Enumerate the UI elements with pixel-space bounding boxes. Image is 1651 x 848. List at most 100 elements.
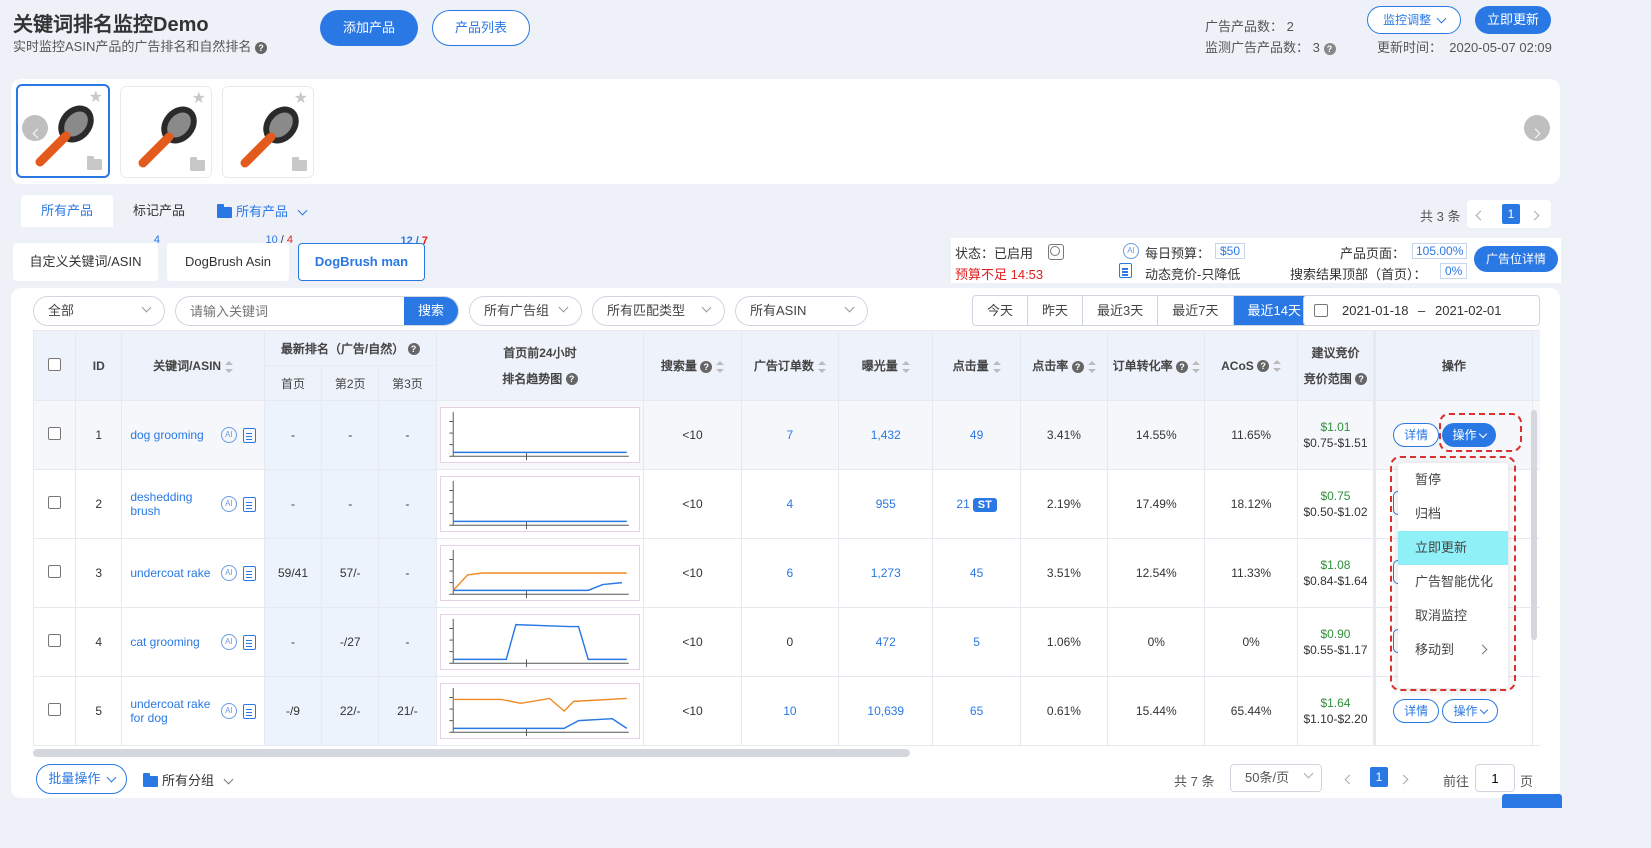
- ad-orders[interactable]: 10: [740, 676, 840, 746]
- ai-icon[interactable]: AI: [220, 634, 237, 650]
- keyword-link[interactable]: deshedding brush: [130, 490, 221, 518]
- vertical-scrollbar[interactable]: [1531, 410, 1537, 640]
- sort-icon[interactable]: [1087, 360, 1096, 373]
- col-search-volume[interactable]: 搜索量 ?: [643, 330, 742, 401]
- daily-budget-value[interactable]: $50: [1215, 243, 1246, 259]
- star-icon[interactable]: ★: [89, 87, 103, 107]
- carousel-prev-icon[interactable]: [22, 115, 48, 141]
- rank-trend-chart[interactable]: [439, 476, 640, 532]
- ai-icon[interactable]: AI: [220, 703, 237, 719]
- sort-icon[interactable]: [225, 360, 234, 373]
- tab-dogbrush-asin[interactable]: DogBrush Asin 10 / 4: [167, 234, 293, 281]
- folder-icon[interactable]: [87, 156, 102, 170]
- page-number[interactable]: 1: [1502, 204, 1520, 224]
- help-icon[interactable]: ?: [1175, 360, 1188, 373]
- keyword-link[interactable]: undercoat rake for dog: [130, 697, 221, 725]
- tab-custom-keywords[interactable]: 自定义关键词/ASIN 4: [13, 234, 160, 281]
- help-icon[interactable]: ?: [1323, 42, 1336, 55]
- date-to[interactable]: 2021-02-01: [1435, 296, 1502, 325]
- folder-filter-dropdown[interactable]: 所有产品: [217, 201, 308, 220]
- row-checkbox[interactable]: [48, 634, 62, 647]
- batch-operation-button[interactable]: 批量操作: [36, 764, 127, 794]
- document-icon[interactable]: [242, 634, 256, 650]
- goto-page-input[interactable]: [1475, 764, 1515, 792]
- rank-trend-chart[interactable]: [439, 407, 640, 463]
- impressions[interactable]: 1,273: [838, 538, 934, 608]
- col-acos[interactable]: ACoS ?: [1204, 330, 1298, 401]
- scope-select[interactable]: 全部: [33, 296, 165, 326]
- product-thumb[interactable]: ★: [120, 86, 212, 178]
- floating-chat-tab[interactable]: [1502, 794, 1562, 808]
- col-ctr[interactable]: 点击率 ?: [1019, 330, 1109, 401]
- tab-all-products[interactable]: 所有产品: [21, 195, 113, 227]
- table-row[interactable]: 4 cat grooming AI - -/27- <10 0 472 5 1.06% 0% 0% $0…: [33, 607, 1540, 677]
- prev-page-icon[interactable]: [1475, 207, 1486, 222]
- sort-icon[interactable]: [1273, 360, 1282, 373]
- row-checkbox[interactable]: [48, 703, 62, 716]
- row-checkbox[interactable]: [48, 427, 62, 440]
- ai-icon[interactable]: AI: [220, 565, 237, 581]
- folder-icon[interactable]: [292, 157, 307, 171]
- help-icon[interactable]: ?: [1355, 373, 1368, 386]
- document-icon[interactable]: [242, 496, 256, 512]
- match-type-select[interactable]: 所有匹配类型: [592, 296, 725, 326]
- star-icon[interactable]: ★: [192, 88, 206, 108]
- ad-group-select[interactable]: 所有广告组: [469, 296, 582, 326]
- clicks[interactable]: 45: [932, 538, 1021, 608]
- col-ad-orders[interactable]: 广告订单数: [740, 330, 840, 401]
- product-thumb[interactable]: ★: [222, 86, 314, 178]
- ai-icon[interactable]: AI: [1123, 243, 1139, 259]
- page-size-select[interactable]: 50条/页: [1230, 764, 1322, 792]
- star-icon[interactable]: ★: [294, 88, 308, 108]
- table-row[interactable]: 1 dog grooming AI - - - <10 7 1,432 49 3.41% 14.55%…: [33, 400, 1540, 470]
- top-search-value[interactable]: 0%: [1440, 263, 1468, 279]
- ad-orders[interactable]: 4: [740, 469, 840, 539]
- col-clicks[interactable]: 点击量: [932, 330, 1021, 401]
- col-impressions[interactable]: 曝光量: [838, 330, 934, 401]
- date-from[interactable]: 2021-01-18: [1342, 296, 1409, 325]
- asin-select[interactable]: 所有ASIN: [735, 296, 868, 326]
- product-page-value[interactable]: 105.00%: [1412, 243, 1468, 259]
- group-filter-dropdown[interactable]: 所有分组: [143, 770, 234, 789]
- ad-orders[interactable]: 7: [740, 400, 840, 470]
- keyword-link[interactable]: cat grooming: [130, 635, 199, 649]
- impressions[interactable]: 472: [838, 607, 934, 677]
- row-checkbox[interactable]: [48, 565, 62, 578]
- impressions[interactable]: 10,639: [838, 676, 934, 746]
- range-3d[interactable]: 最近3天: [1083, 296, 1159, 325]
- impressions[interactable]: 1,432: [838, 400, 934, 470]
- sort-icon[interactable]: [1191, 360, 1200, 373]
- clicks[interactable]: 65: [932, 676, 1021, 746]
- col-keyword[interactable]: 关键词/ASIN: [121, 330, 265, 401]
- tab-dogbrush-man[interactable]: DogBrush man 12 / 7: [298, 235, 428, 281]
- document-icon[interactable]: [242, 703, 256, 719]
- clicks[interactable]: 21 ST: [932, 469, 1021, 539]
- page-number[interactable]: 1: [1370, 767, 1388, 787]
- col-cvr[interactable]: 订单转化率 ?: [1107, 330, 1206, 401]
- next-page-icon[interactable]: [1529, 207, 1540, 222]
- tab-marked-products[interactable]: 标记产品: [116, 195, 202, 227]
- select-all-checkbox[interactable]: [48, 357, 62, 371]
- next-page-icon[interactable]: [1398, 771, 1409, 786]
- clock-icon[interactable]: [1048, 244, 1064, 260]
- help-icon[interactable]: ?: [565, 373, 578, 386]
- help-icon[interactable]: ?: [1257, 360, 1270, 373]
- rank-trend-chart[interactable]: [439, 545, 640, 601]
- ai-icon[interactable]: AI: [220, 427, 237, 443]
- ad-orders[interactable]: 0: [740, 607, 840, 677]
- date-picker[interactable]: 2021-01-18 – 2021-02-01: [1303, 295, 1540, 326]
- document-icon[interactable]: [1119, 263, 1132, 279]
- ai-icon[interactable]: AI: [220, 496, 237, 512]
- range-7d[interactable]: 最近7天: [1158, 296, 1234, 325]
- sort-icon[interactable]: [817, 360, 826, 373]
- keyword-link[interactable]: undercoat rake: [130, 566, 210, 580]
- detail-button[interactable]: 详情: [1393, 699, 1440, 723]
- rank-trend-chart[interactable]: [439, 614, 640, 670]
- operation-button[interactable]: 操作: [1442, 699, 1498, 723]
- table-row[interactable]: 5 undercoat rake for dog AI -/9 22/- 21/- <10 1…: [33, 676, 1540, 746]
- range-today[interactable]: 今天: [973, 296, 1029, 325]
- prev-page-icon[interactable]: [1344, 771, 1355, 786]
- help-icon[interactable]: ?: [1071, 360, 1084, 373]
- rank-trend-chart[interactable]: [439, 683, 640, 739]
- detail-button[interactable]: 详情: [1393, 423, 1440, 447]
